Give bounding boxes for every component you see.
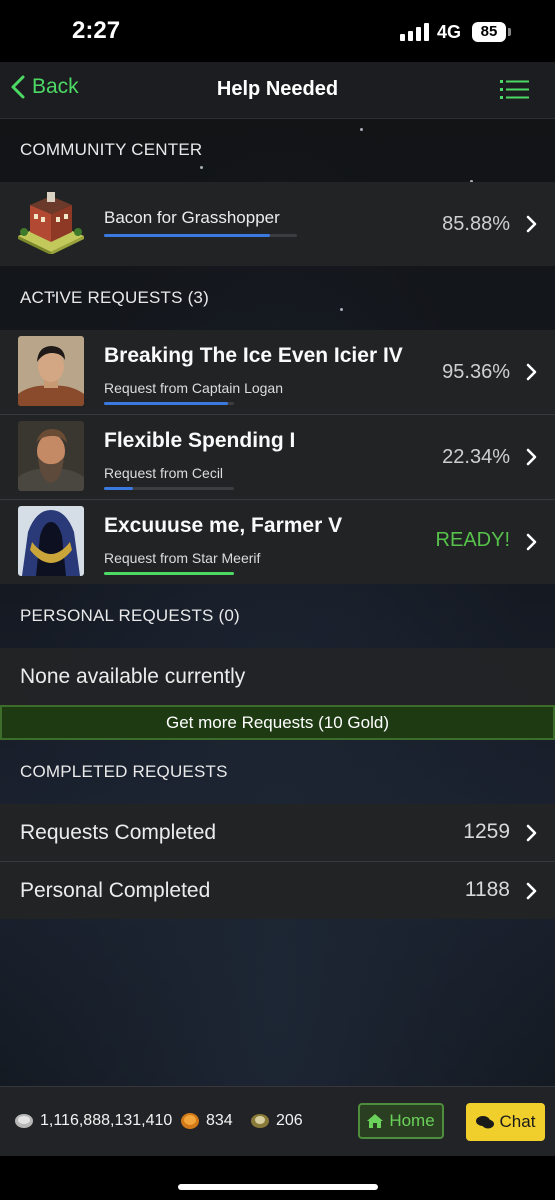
home-icon	[367, 1114, 384, 1128]
gold-icon	[181, 1113, 199, 1129]
get-more-requests-button[interactable]: Get more Requests (10 Gold)	[0, 705, 555, 740]
request-row[interactable]: Flexible Spending I Request from Cecil 2…	[0, 415, 555, 500]
completed-requests-list: Requests Completed 1259 Personal Complet…	[0, 804, 555, 919]
chevron-right-icon	[526, 448, 537, 466]
stat-value: 1188	[464, 878, 510, 901]
home-button[interactable]: Home	[358, 1103, 444, 1139]
coins-value: 1,116,888,131,410	[40, 1112, 173, 1129]
request-status: 22.34%	[442, 446, 510, 468]
section-completed-requests: COMPLETED REQUESTS	[20, 762, 228, 781]
captain-logan-avatar	[18, 336, 84, 406]
community-project-name: Bacon for Grasshopper	[104, 208, 280, 227]
community-progress-fill	[104, 234, 270, 237]
chevron-right-icon	[526, 824, 537, 842]
chat-label: Chat	[499, 1112, 536, 1131]
battery-tip	[508, 28, 511, 36]
request-row[interactable]: Breaking The Ice Even Icier IV Request f…	[0, 330, 555, 415]
token-balance: 206	[250, 1111, 303, 1131]
coins-balance: 1,116,888,131,410	[14, 1111, 172, 1131]
star-meerif-avatar	[18, 506, 84, 576]
request-progress-bar	[104, 572, 234, 575]
token-value: 206	[276, 1112, 303, 1129]
request-ready-status: READY!	[435, 529, 510, 551]
request-title: Excuuuse me, Farmer V	[104, 514, 343, 537]
community-building-icon	[18, 192, 84, 254]
currency-footer: 1,116,888,131,410 834 206 Home Chat	[0, 1086, 555, 1157]
request-progress-fill	[104, 487, 133, 490]
nav-bar: Back Help Needed	[0, 62, 555, 119]
request-row[interactable]: Excuuuse me, Farmer V Request from Star …	[0, 500, 555, 584]
request-title: Flexible Spending I	[104, 429, 296, 452]
stat-value: 1259	[463, 820, 510, 843]
request-from: Request from Star Meerif	[104, 550, 261, 566]
home-label: Home	[389, 1111, 435, 1130]
request-progress-fill	[104, 402, 229, 405]
request-progress-bar	[104, 487, 234, 490]
network-type: 4G	[437, 22, 462, 42]
gold-value: 834	[206, 1112, 233, 1129]
section-community-center: COMMUNITY CENTER	[20, 140, 203, 159]
gold-balance: 834	[180, 1111, 233, 1131]
chevron-right-icon	[526, 882, 537, 900]
token-icon	[251, 1114, 269, 1128]
chevron-right-icon	[526, 533, 537, 551]
page-title: Help Needed	[216, 78, 339, 100]
requests-completed-row[interactable]: Requests Completed 1259	[0, 804, 555, 862]
stat-label: Personal Completed	[20, 878, 211, 902]
active-requests-list: Breaking The Ice Even Icier IV Request f…	[0, 330, 555, 584]
request-status: 95.36%	[442, 361, 510, 383]
coin-icon	[15, 1114, 33, 1128]
personal-completed-row[interactable]: Personal Completed 1188	[0, 862, 555, 919]
request-progress-fill	[104, 572, 234, 575]
request-title: Breaking The Ice Even Icier IV	[104, 344, 403, 367]
section-personal-requests: PERSONAL REQUESTS (0)	[20, 606, 240, 625]
chevron-right-icon	[526, 215, 537, 233]
chat-icon	[475, 1115, 494, 1128]
chat-button[interactable]: Chat	[466, 1103, 545, 1141]
community-percent: 85.88%	[442, 213, 510, 235]
request-from: Request from Captain Logan	[104, 380, 283, 396]
section-active-requests: ACTIVE REQUESTS (3)	[20, 288, 209, 307]
community-project-row[interactable]: Bacon for Grasshopper 85.88%	[0, 182, 555, 266]
personal-requests-group: None available currently	[0, 648, 555, 705]
battery-icon: 85	[472, 22, 506, 42]
signal-icon	[400, 23, 429, 41]
menu-icon[interactable]	[500, 79, 530, 101]
home-indicator	[178, 1184, 378, 1190]
chevron-right-icon	[526, 363, 537, 381]
status-time: 2:27	[72, 17, 121, 44]
status-bar: 2:27 4G 85	[0, 0, 555, 62]
stat-label: Requests Completed	[20, 820, 217, 844]
community-group: Bacon for Grasshopper 85.88%	[0, 182, 555, 266]
cecil-avatar	[18, 421, 84, 491]
request-from: Request from Cecil	[104, 465, 224, 481]
home-indicator-area	[0, 1156, 555, 1200]
community-progress-bar	[104, 234, 297, 237]
main-content: COMMUNITY CENTER Bacon for Grasshopper 8…	[0, 118, 555, 919]
personal-empty-text: None available currently	[20, 664, 246, 688]
request-progress-bar	[104, 402, 234, 405]
